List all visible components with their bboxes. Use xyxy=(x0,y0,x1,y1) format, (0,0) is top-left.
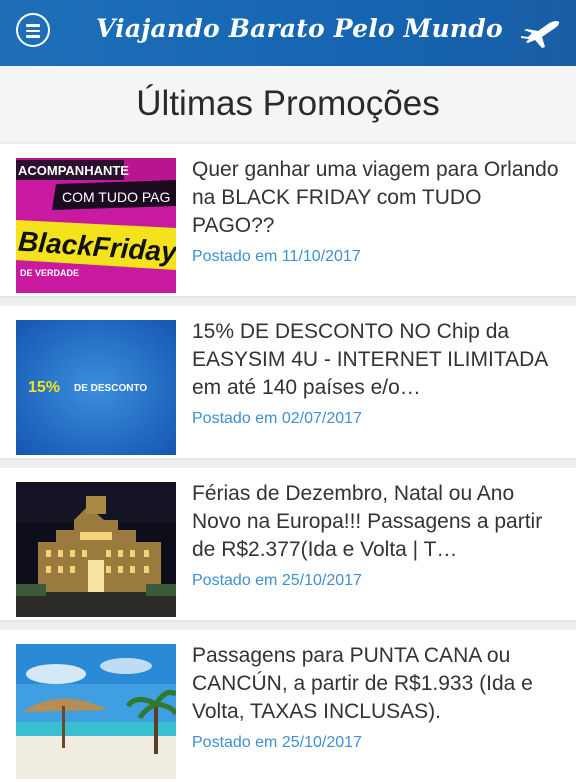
app-header: Viajando Barato Pelo Mundo xyxy=(0,0,576,66)
post-card[interactable]: Passagens para PUNTA CANA ou CANCÚN, a p… xyxy=(0,630,576,782)
post-thumbnail-black-friday: ACOMPANHANTE COM TUDO PAG BlackFriday DE… xyxy=(16,158,176,293)
thumb-discount-label: DE DESCONTO xyxy=(74,383,147,394)
thumb-percent: 15% xyxy=(28,379,60,396)
section-title: Últimas Promoções xyxy=(136,84,440,123)
thumb-text-2: COM TUDO PAG xyxy=(62,189,170,205)
post-card[interactable]: ACOMPANHANTE COM TUDO PAG BlackFriday DE… xyxy=(0,144,576,296)
post-title[interactable]: Quer ganhar uma viagem para Orlando na B… xyxy=(192,156,564,240)
post-date: Postado em 11/10/2017 xyxy=(192,248,361,265)
post-title[interactable]: Férias de Dezembro, Natal ou Ano Novo na… xyxy=(192,480,564,564)
post-date: Postado em 25/10/2017 xyxy=(192,734,362,751)
post-thumbnail-beach xyxy=(16,644,176,779)
thumb-text-1: ACOMPANHANTE xyxy=(18,163,129,178)
menu-icon[interactable] xyxy=(16,13,50,47)
post-title[interactable]: 15% DE DESCONTO NO Chip da EASYSIM 4U - … xyxy=(192,318,564,402)
post-thumbnail-discount: 15% DE DESCONTO xyxy=(16,320,176,455)
post-card[interactable]: 15% DE DESCONTO 15% DE DESCONTO NO Chip … xyxy=(0,306,576,458)
thumb-text-4: DE VERDADE xyxy=(20,268,79,278)
airplane-icon[interactable] xyxy=(518,16,562,48)
app-title: Viajando Barato Pelo Mundo xyxy=(96,14,503,43)
post-date: Postado em 25/10/2017 xyxy=(192,572,362,589)
post-date: Postado em 02/07/2017 xyxy=(192,410,362,427)
post-card[interactable]: Férias de Dezembro, Natal ou Ano Novo na… xyxy=(0,468,576,620)
post-title[interactable]: Passagens para PUNTA CANA ou CANCÚN, a p… xyxy=(192,642,564,726)
post-thumbnail-europe xyxy=(16,482,176,617)
